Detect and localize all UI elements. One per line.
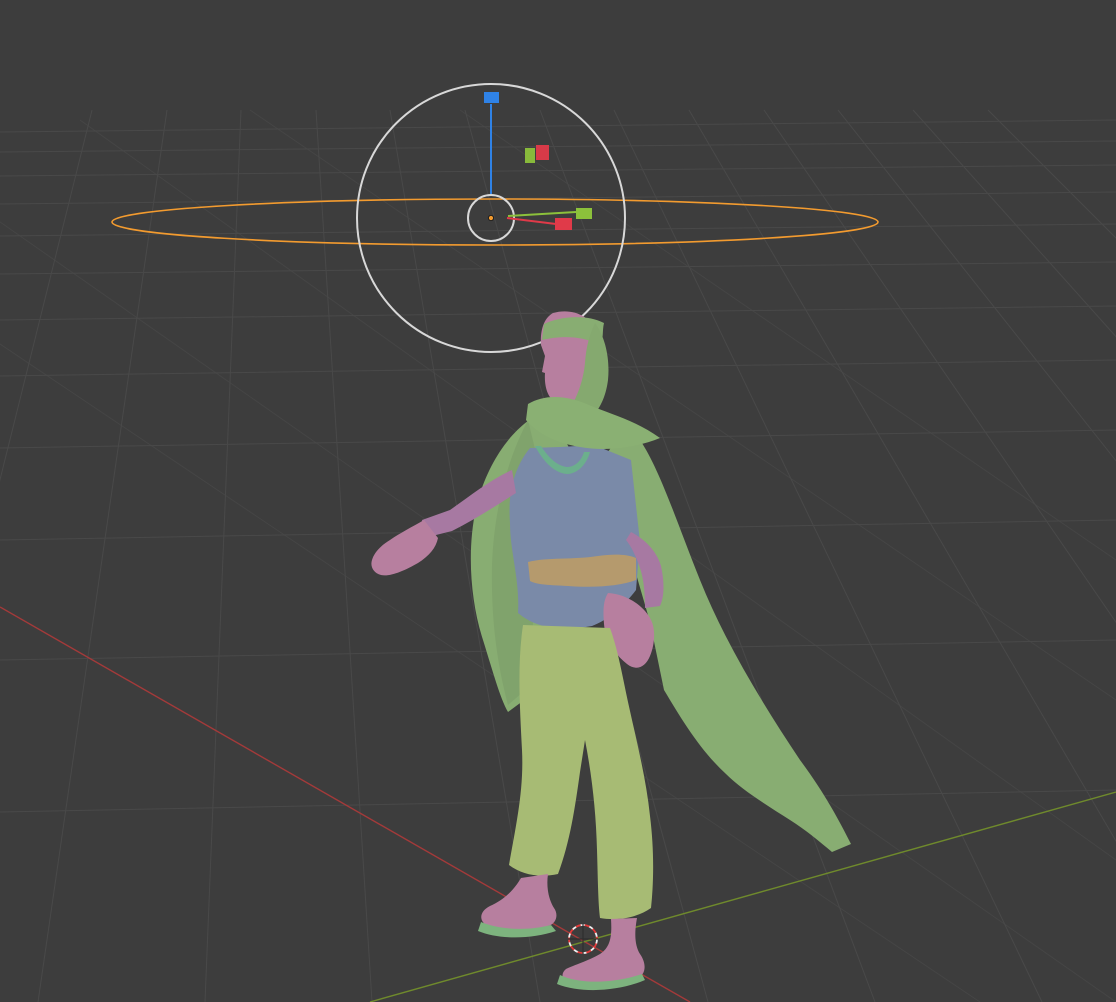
left-hand (371, 520, 438, 576)
transform-gizmo[interactable] (356, 83, 626, 353)
trousers (509, 625, 654, 920)
y-axis-handle[interactable] (576, 208, 592, 219)
belt (528, 554, 636, 587)
z-axis-handle[interactable] (484, 92, 499, 103)
3d-cursor[interactable] (568, 924, 598, 954)
yz-plane-handle[interactable] (525, 148, 535, 163)
3d-viewport[interactable] (0, 0, 1116, 1002)
character-model[interactable] (371, 311, 851, 991)
left-foot (481, 874, 557, 933)
xz-plane-handle[interactable] (536, 145, 549, 160)
y-axis-handle-line[interactable] (507, 211, 577, 217)
x-axis-handle[interactable] (555, 218, 572, 230)
y-axis-line (369, 791, 1116, 1002)
viewport-canvas[interactable] (0, 0, 1116, 1002)
gizmo-pivot-point (487, 214, 495, 222)
